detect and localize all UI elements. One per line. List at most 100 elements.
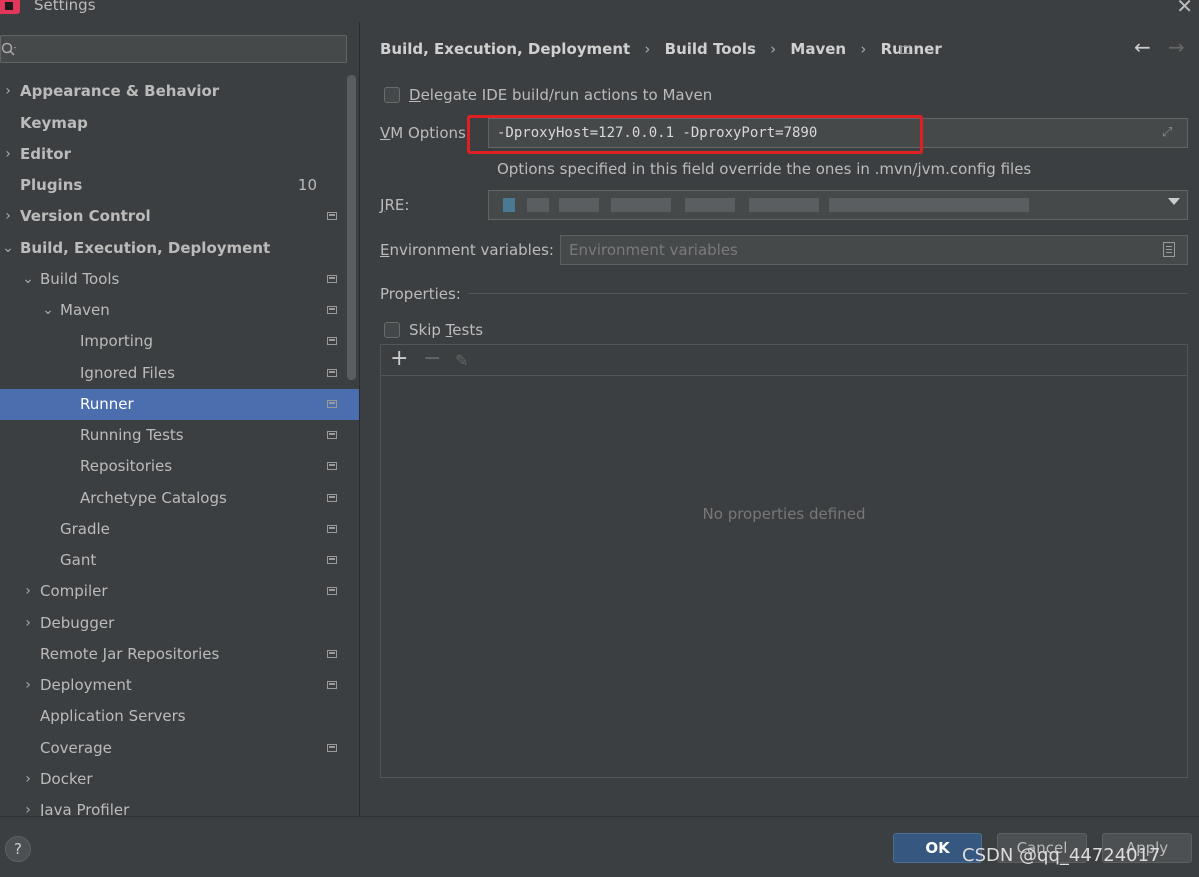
dropdown-arrow-icon[interactable] <box>1168 198 1180 205</box>
sidebar-item-deployment[interactable]: › Deployment <box>0 670 359 701</box>
sidebar-item-running-tests[interactable]: Running Tests <box>0 420 359 451</box>
vm-options-label: VM Options <box>380 124 466 142</box>
chevron-right-icon[interactable]: › <box>21 764 35 795</box>
sidebar-item-label: Maven <box>60 301 110 319</box>
skip-tests-label[interactable]: Skip Tests <box>409 321 483 339</box>
redacted-text <box>685 198 735 212</box>
breadcrumb-item[interactable]: Maven <box>790 40 846 58</box>
delegate-label[interactable]: Delegate IDE build/run actions to Maven <box>409 86 712 104</box>
label-text: Skip <box>409 321 446 339</box>
sidebar-item-keymap[interactable]: Keymap <box>0 108 359 139</box>
highlight-box <box>467 115 923 154</box>
sidebar-item-application-servers[interactable]: Application Servers <box>0 701 359 732</box>
add-icon[interactable]: + <box>390 345 408 373</box>
chevron-right-icon[interactable]: › <box>1 139 15 170</box>
search-icon <box>1 42 16 56</box>
project-level-icon <box>900 46 910 54</box>
sidebar-item-label: Archetype Catalogs <box>80 489 227 507</box>
project-level-icon <box>327 306 337 314</box>
csdn-watermark: CSDN @qq_44724017 <box>962 845 1161 866</box>
title-bar: Settings ✕ <box>0 0 1199 22</box>
label-text: elegate IDE build/run actions to Maven <box>420 86 713 104</box>
sidebar-item-coverage[interactable]: Coverage <box>0 733 359 764</box>
redacted-text <box>503 198 515 212</box>
project-level-icon <box>327 587 337 595</box>
sidebar-item-label: Build, Execution, Deployment <box>20 239 271 257</box>
sidebar-item-java-profiler[interactable]: › Java Profiler <box>0 795 359 816</box>
breadcrumb-item: Runner <box>880 40 942 58</box>
chevron-right-icon[interactable]: › <box>21 795 35 816</box>
sidebar-item-label: Application Servers <box>40 707 186 725</box>
sidebar-item-build-execution-deployment[interactable]: ⌄ Build, Execution, Deployment <box>0 233 359 264</box>
sidebar-item-debugger[interactable]: › Debugger <box>0 608 359 639</box>
chevron-right-icon[interactable]: › <box>1 76 15 107</box>
breadcrumb-item[interactable]: Build, Execution, Deployment <box>380 40 630 58</box>
project-level-icon <box>327 337 337 345</box>
chevron-right-icon[interactable]: › <box>21 576 35 607</box>
close-icon[interactable]: ✕ <box>1176 0 1193 18</box>
breadcrumb-separator: › <box>860 40 867 58</box>
search-input[interactable] <box>0 35 347 63</box>
sidebar-item-importing[interactable]: Importing <box>0 326 359 357</box>
environment-variables-input[interactable]: Environment variables <box>560 235 1188 265</box>
sidebar-item-gradle[interactable]: Gradle <box>0 514 359 545</box>
vm-options-hint: Options specified in this field override… <box>497 160 1032 178</box>
project-level-icon <box>327 681 337 689</box>
sidebar-item-label: Keymap <box>20 114 88 132</box>
sidebar-item-docker[interactable]: › Docker <box>0 764 359 795</box>
sidebar-item-label: Deployment <box>40 676 132 694</box>
help-icon[interactable]: ? <box>5 836 31 862</box>
sidebar-item-compiler[interactable]: › Compiler <box>0 576 359 607</box>
sidebar-item-runner[interactable]: Runner <box>0 389 359 420</box>
redacted-text <box>611 198 671 212</box>
expand-icon[interactable]: ⤢ <box>1162 125 1176 140</box>
dialog-footer: ? OK Cancel Apply CSDN @qq_44724017 <box>0 816 1199 877</box>
project-level-icon <box>327 431 337 439</box>
sidebar-item-version-control[interactable]: › Version Control <box>0 201 359 232</box>
chevron-down-icon[interactable]: ⌄ <box>1 233 15 264</box>
chevron-right-icon[interactable]: › <box>21 608 35 639</box>
mnemonic-letter: D <box>409 86 421 104</box>
project-level-icon <box>327 525 337 533</box>
intellij-logo-icon <box>0 0 20 14</box>
sidebar-item-label: Gant <box>60 551 97 569</box>
sidebar-item-archetype-catalogs[interactable]: Archetype Catalogs <box>0 483 359 514</box>
sidebar-item-maven[interactable]: ⌄ Maven <box>0 295 359 326</box>
label-text: RE: <box>384 196 410 214</box>
jre-label: JRE: <box>380 196 409 214</box>
chevron-right-icon[interactable]: › <box>1 201 15 232</box>
remove-icon[interactable]: − <box>423 345 441 373</box>
sidebar-item-remote-jar-repositories[interactable]: Remote Jar Repositories <box>0 639 359 670</box>
sidebar-item-label: Version Control <box>20 207 151 225</box>
edit-icon[interactable]: ✎ <box>455 347 468 375</box>
sidebar-item-label: Ignored Files <box>80 364 175 382</box>
delegate-checkbox[interactable] <box>384 87 400 103</box>
sidebar-item-label: Repositories <box>80 457 173 475</box>
sidebar-item-label: Debugger <box>40 614 115 632</box>
redacted-text <box>527 198 549 212</box>
forward-arrow-icon[interactable]: → <box>1168 35 1185 59</box>
sidebar-item-editor[interactable]: › Editor <box>0 139 359 170</box>
sidebar-item-appearance-behavior[interactable]: › Appearance & Behavior <box>0 76 359 107</box>
back-arrow-icon[interactable]: ← <box>1134 35 1151 59</box>
sidebar-item-label: Plugins <box>20 176 83 194</box>
chevron-down-icon[interactable]: ⌄ <box>41 295 55 326</box>
sidebar-item-label: Remote Jar Repositories <box>40 645 220 663</box>
chevron-right-icon[interactable]: › <box>21 670 35 701</box>
sidebar-item-ignored-files[interactable]: Ignored Files <box>0 358 359 389</box>
chevron-down-icon[interactable]: ⌄ <box>21 264 35 295</box>
skip-tests-checkbox[interactable] <box>384 322 400 338</box>
mnemonic-letter: V <box>380 124 391 142</box>
sidebar-item-build-tools[interactable]: ⌄ Build Tools <box>0 264 359 295</box>
properties-label: Properties: <box>380 285 461 303</box>
sidebar-item-plugins[interactable]: Plugins 10 <box>0 170 359 201</box>
sidebar-item-label: Running Tests <box>80 426 184 444</box>
label-text: ests <box>452 321 484 339</box>
sidebar-item-label: Appearance & Behavior <box>20 82 220 100</box>
jre-select[interactable] <box>488 190 1188 220</box>
sidebar-item-repositories[interactable]: Repositories <box>0 451 359 482</box>
browse-document-icon[interactable] <box>1163 242 1175 257</box>
project-level-icon <box>327 400 337 408</box>
sidebar-item-gant[interactable]: Gant <box>0 545 359 576</box>
breadcrumb-item[interactable]: Build Tools <box>665 40 756 58</box>
